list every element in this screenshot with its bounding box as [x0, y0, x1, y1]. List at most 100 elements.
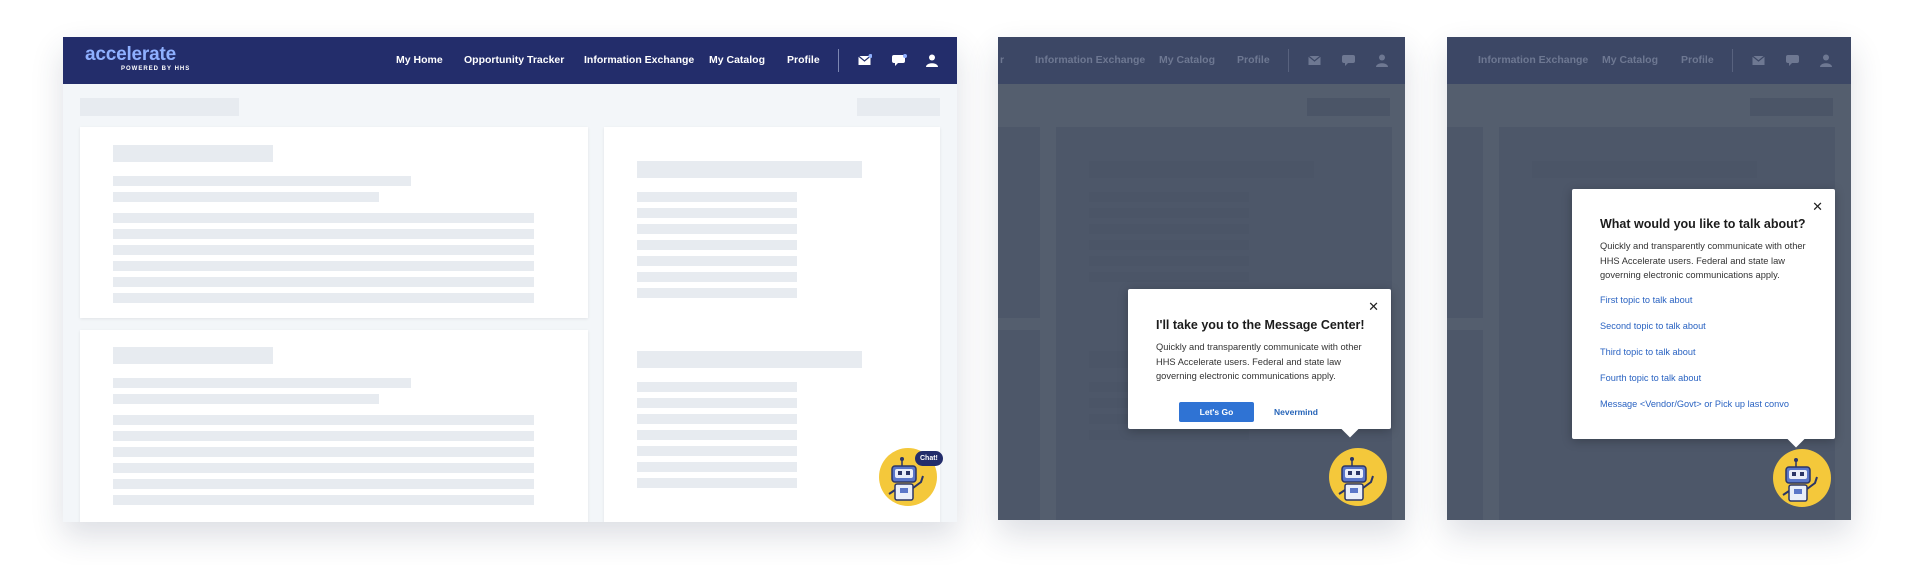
content-card — [80, 127, 588, 318]
card-heading-placeholder — [113, 347, 273, 364]
topic-chooser-dialog: ✕ What would you like to talk about? Qui… — [1572, 189, 1835, 439]
nav-my-catalog[interactable]: My Catalog — [1159, 54, 1215, 66]
text-line-placeholder — [113, 447, 534, 457]
topic-chooser-overlay-frame: Information Exchange My Catalog Profile … — [1447, 37, 1851, 520]
chat-launcher-button[interactable] — [1773, 449, 1831, 507]
text-line-placeholder — [113, 479, 534, 489]
nav-my-home[interactable]: My Home — [396, 54, 443, 66]
nav-profile[interactable]: Profile — [1681, 54, 1714, 66]
dashboard-frame: accelerate POWERED BY HHS My Home Opport… — [63, 37, 957, 522]
dimmed-placeholder — [1089, 192, 1249, 202]
text-line-placeholder — [637, 414, 797, 424]
page-action-placeholder — [857, 98, 940, 116]
dimmed-card — [1447, 330, 1483, 520]
card-heading-placeholder — [113, 145, 273, 162]
dimmed-placeholder — [1307, 98, 1390, 116]
text-line-placeholder — [637, 288, 797, 298]
user-icon[interactable] — [1372, 50, 1392, 70]
text-line-placeholder — [113, 293, 534, 303]
text-line-placeholder — [637, 224, 797, 234]
chat-icon[interactable] — [889, 50, 909, 70]
close-icon[interactable]: ✕ — [1812, 200, 1823, 213]
text-line-placeholder — [637, 382, 797, 392]
top-navbar-dimmed: r Information Exchange My Catalog Profil… — [998, 37, 1405, 84]
dimmed-placeholder — [1089, 272, 1249, 282]
close-icon[interactable]: ✕ — [1368, 300, 1379, 313]
text-line-placeholder — [637, 256, 797, 266]
text-line-placeholder — [113, 463, 534, 473]
lets-go-button[interactable]: Let's Go — [1179, 402, 1254, 422]
text-line-placeholder — [637, 272, 797, 282]
text-line-placeholder — [113, 415, 534, 425]
nav-information-exchange[interactable]: Information Exchange — [1035, 54, 1145, 66]
text-line-placeholder — [113, 213, 534, 223]
text-line-placeholder — [637, 208, 797, 218]
dimmed-placeholder — [1089, 208, 1249, 218]
text-line-placeholder — [113, 229, 534, 239]
chat-icon[interactable] — [1783, 50, 1803, 70]
chat-icon[interactable] — [1339, 50, 1359, 70]
card-heading-placeholder — [637, 161, 862, 178]
text-line-placeholder — [637, 446, 797, 456]
text-line-placeholder — [637, 398, 797, 408]
robot-icon — [1782, 458, 1818, 502]
message-center-dialog: ✕ I'll take you to the Message Center! Q… — [1128, 289, 1391, 429]
content-card — [80, 330, 588, 522]
message-center-overlay-frame: r Information Exchange My Catalog Profil… — [998, 37, 1405, 520]
text-line-placeholder — [637, 478, 797, 488]
dimmed-placeholder — [1089, 240, 1249, 250]
dialog-title: I'll take you to the Message Center! — [1156, 318, 1365, 332]
text-line-placeholder — [637, 192, 797, 202]
robot-icon — [1338, 457, 1374, 501]
dimmed-placeholder — [1089, 256, 1249, 266]
topic-link-vendor-govt[interactable]: Message <Vendor/Govt> or Pick up last co… — [1600, 399, 1789, 409]
nav-information-exchange[interactable]: Information Exchange — [584, 54, 694, 66]
top-navbar: accelerate POWERED BY HHS My Home Opport… — [63, 37, 957, 84]
nav-profile[interactable]: Profile — [787, 54, 820, 66]
topic-link-2[interactable]: Second topic to talk about — [1600, 321, 1706, 331]
dimmed-card — [998, 330, 1040, 520]
nav-divider — [838, 49, 839, 72]
text-line-placeholder — [113, 261, 534, 271]
text-line-placeholder — [637, 462, 797, 472]
dialog-title: What would you like to talk about? — [1600, 217, 1806, 231]
dimmed-placeholder — [1532, 161, 1757, 178]
text-line-placeholder — [113, 192, 379, 202]
dimmed-placeholder — [1089, 161, 1314, 178]
nevermind-button[interactable]: Nevermind — [1274, 407, 1318, 417]
brand-tagline: POWERED BY HHS — [121, 66, 191, 72]
nav-divider — [1732, 49, 1733, 72]
brand-logo[interactable]: accelerate — [85, 45, 176, 64]
nav-opportunity-tracker[interactable]: Opportunity Tracker — [464, 54, 564, 66]
text-line-placeholder — [113, 277, 534, 287]
chat-launcher-button[interactable] — [1329, 448, 1387, 506]
text-line-placeholder — [113, 176, 411, 186]
mail-icon[interactable] — [855, 50, 875, 70]
topic-link-3[interactable]: Third topic to talk about — [1600, 347, 1696, 357]
dimmed-placeholder — [1089, 430, 1249, 440]
mail-icon[interactable] — [1305, 50, 1325, 70]
mail-icon[interactable] — [1749, 50, 1769, 70]
user-icon[interactable] — [922, 50, 942, 70]
nav-profile[interactable]: Profile — [1237, 54, 1270, 66]
top-navbar-dimmed: Information Exchange My Catalog Profile — [1447, 37, 1851, 84]
text-line-placeholder — [113, 378, 411, 388]
nav-link-partial[interactable]: r — [1000, 54, 1004, 66]
dialog-body: Quickly and transparently communicate wi… — [1156, 342, 1362, 381]
text-line-placeholder — [113, 245, 534, 255]
nav-information-exchange[interactable]: Information Exchange — [1478, 54, 1588, 66]
nav-my-catalog[interactable]: My Catalog — [709, 54, 765, 66]
text-line-placeholder — [637, 240, 797, 250]
user-icon[interactable] — [1816, 50, 1836, 70]
dimmed-placeholder — [1089, 224, 1249, 234]
card-heading-placeholder — [637, 351, 862, 368]
text-line-placeholder — [113, 495, 534, 505]
chat-bubble-label[interactable]: Chat! — [915, 451, 943, 466]
dimmed-card — [998, 127, 1040, 318]
topic-link-1[interactable]: First topic to talk about — [1600, 295, 1692, 305]
nav-my-catalog[interactable]: My Catalog — [1602, 54, 1658, 66]
topic-link-4[interactable]: Fourth topic to talk about — [1600, 373, 1701, 383]
text-line-placeholder — [113, 394, 379, 404]
page-title-placeholder — [80, 98, 239, 116]
text-line-placeholder — [637, 430, 797, 440]
